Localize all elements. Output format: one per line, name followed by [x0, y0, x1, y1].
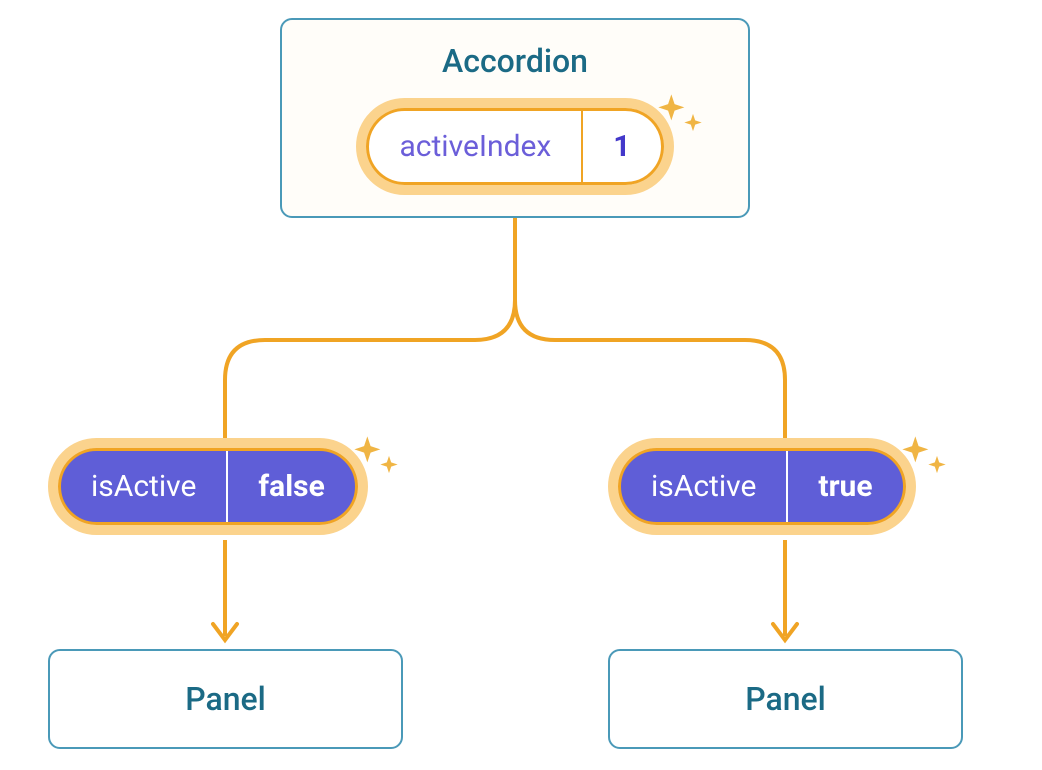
panel-title: Panel — [185, 680, 266, 718]
state-lifting-diagram: Accordion activeIndex 1 isActive false — [0, 0, 1042, 770]
prop-value: true — [786, 451, 902, 522]
prop-label: isActive — [621, 451, 786, 522]
accordion-title: Accordion — [442, 42, 588, 80]
prop-pill-isactive-left: isActive false — [48, 438, 368, 535]
prop-pill-isactive-right: isActive true — [608, 438, 916, 535]
prop-value: false — [226, 451, 354, 522]
accordion-component-box: Accordion activeIndex 1 — [280, 18, 750, 218]
panel-component-box-left: Panel — [48, 649, 403, 749]
sparkle-icon — [350, 432, 402, 484]
prop-label: isActive — [61, 451, 226, 522]
state-pill-activeindex: activeIndex 1 — [356, 98, 673, 195]
panel-component-box-right: Panel — [608, 649, 963, 749]
state-value: 1 — [581, 111, 660, 182]
state-label: activeIndex — [369, 111, 581, 182]
panel-title: Panel — [745, 680, 826, 718]
sparkle-icon — [898, 432, 950, 484]
sparkle-icon — [654, 90, 706, 142]
